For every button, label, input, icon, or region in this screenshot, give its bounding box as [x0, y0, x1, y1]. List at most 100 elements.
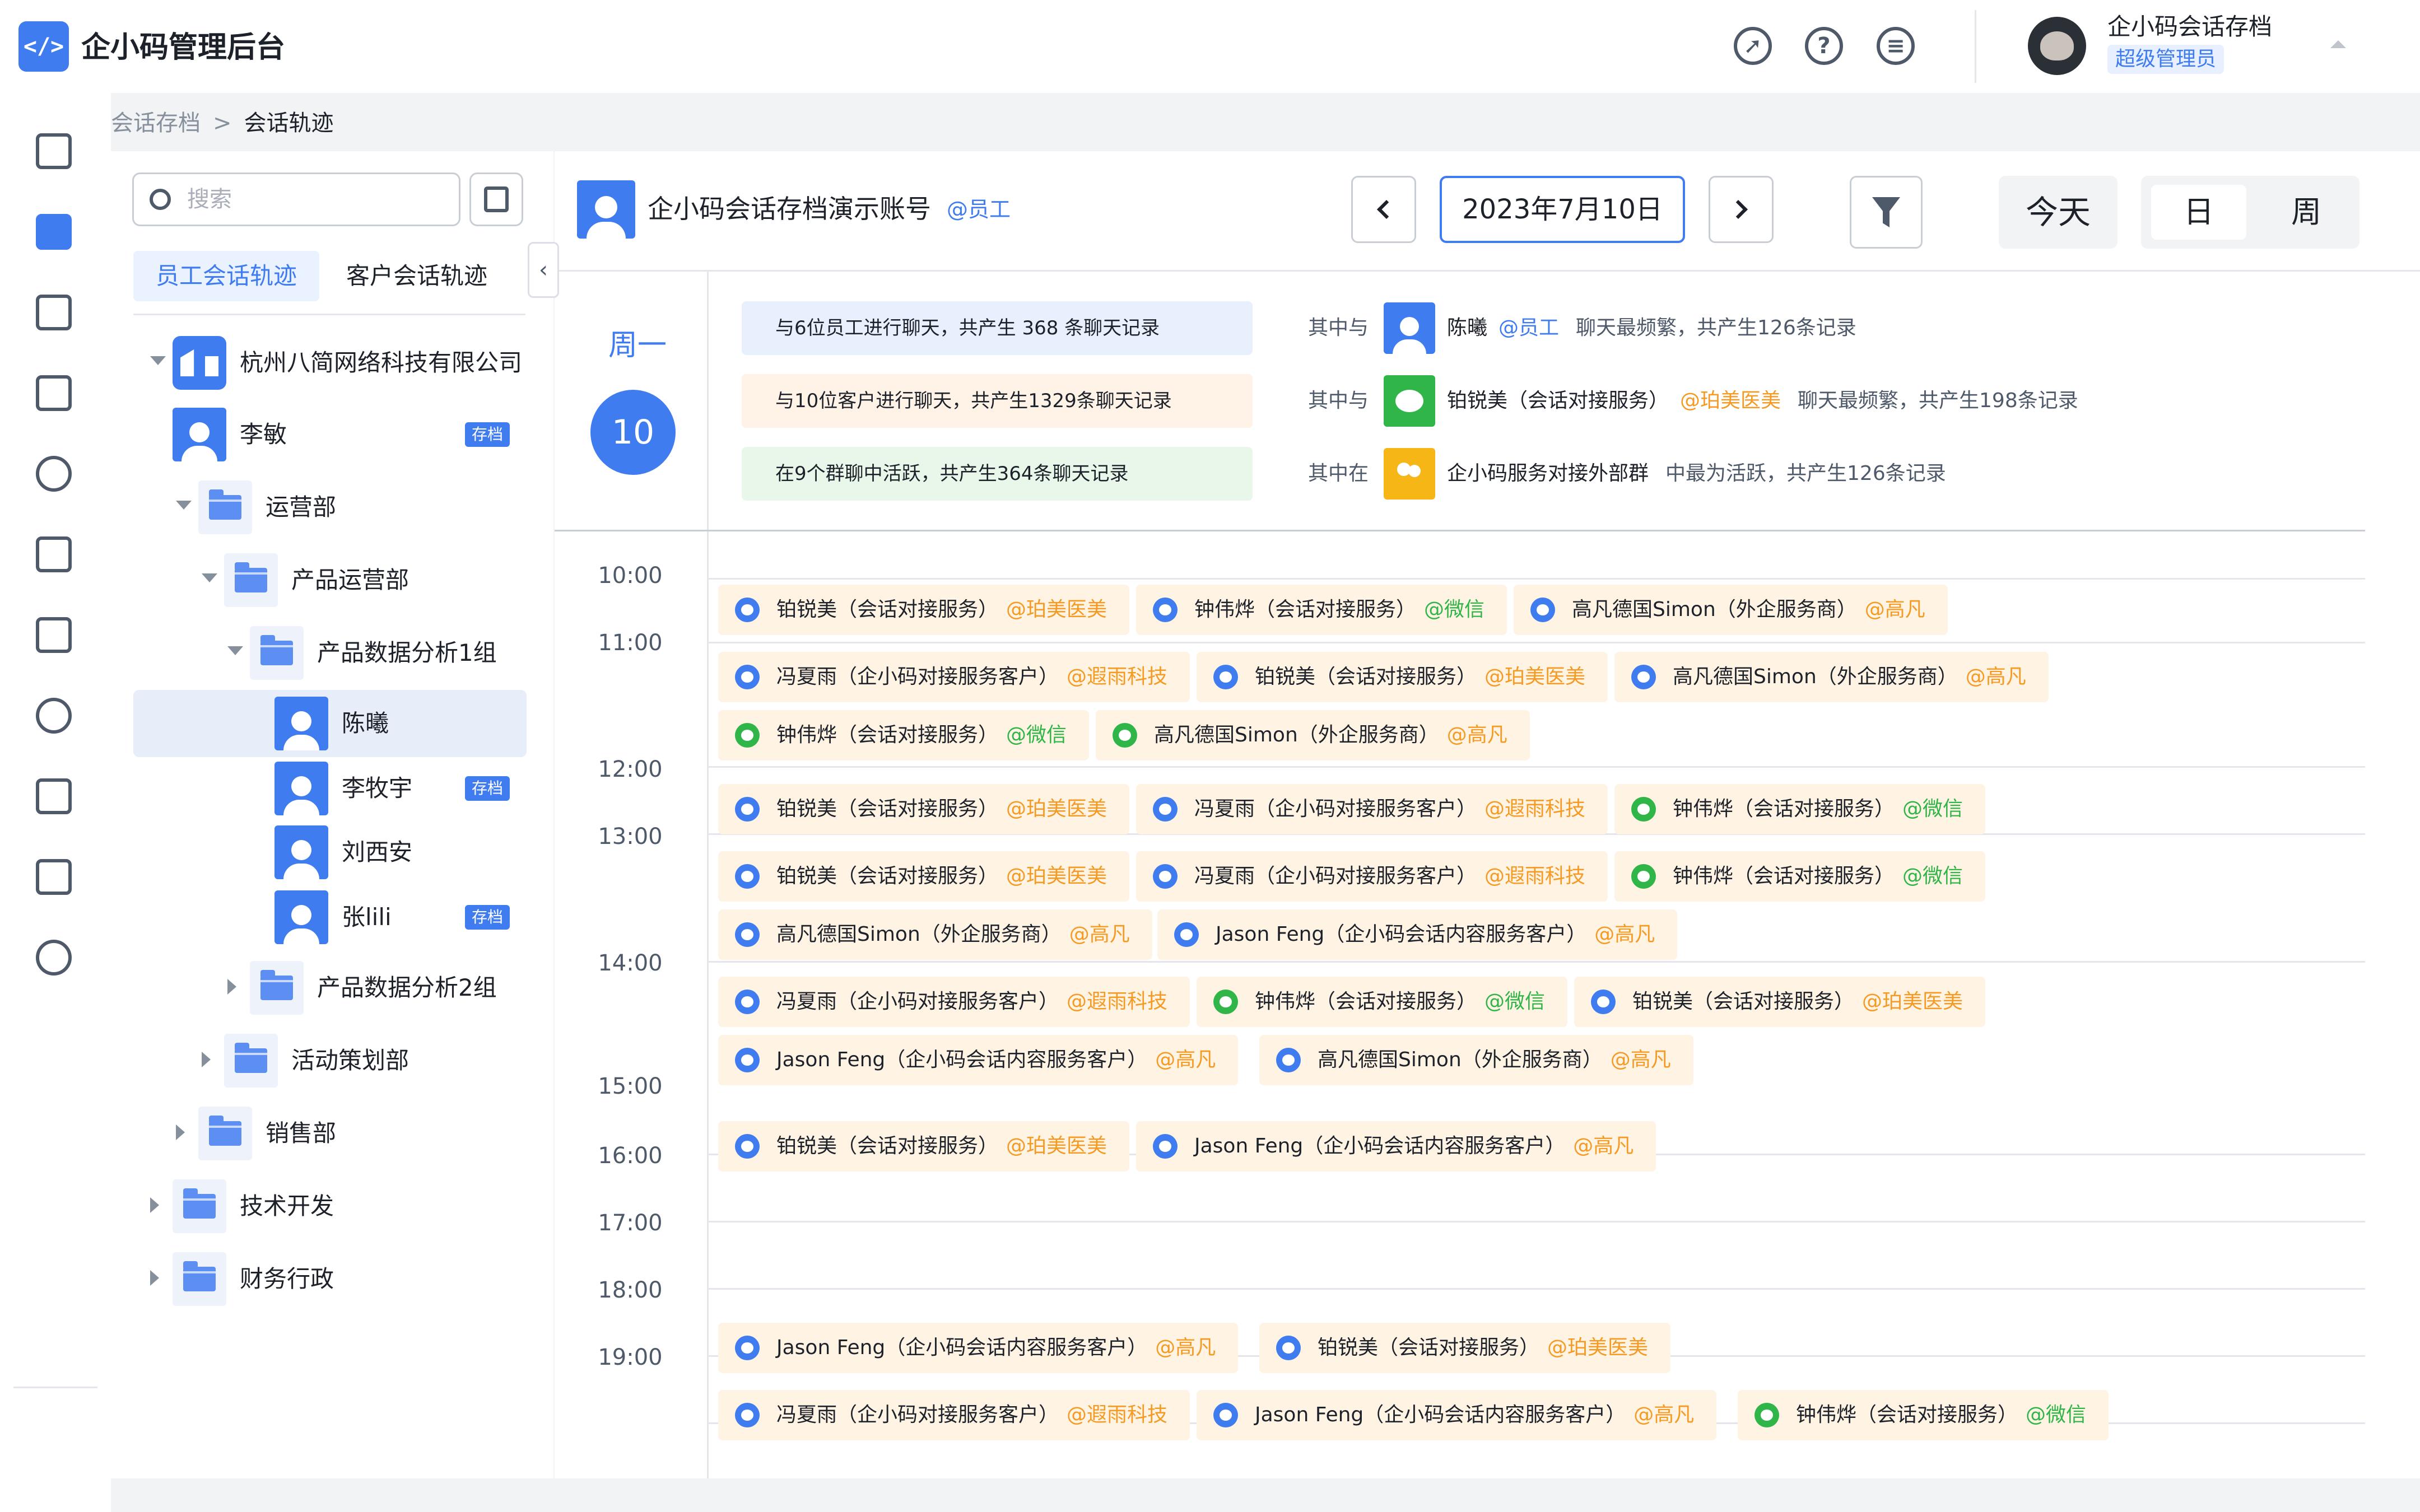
- search-input[interactable]: [187, 180, 450, 219]
- tree-node[interactable]: 刘西安: [133, 819, 527, 886]
- tree-node-label: 财务行政: [240, 1265, 334, 1292]
- today-button[interactable]: 今天: [1999, 176, 2118, 249]
- conversation-chip[interactable]: Jason Feng（企小码会话内容服务客户） @高凡: [1157, 909, 1678, 960]
- conversation-chip[interactable]: 高凡德国Simon（外企服务商） @高凡: [1514, 585, 1948, 635]
- caret-right-icon[interactable]: [150, 1270, 159, 1286]
- view-toggle: 日 周: [2141, 176, 2360, 249]
- chip-name: 冯夏雨（企小码对接服务客户）: [1194, 865, 1477, 888]
- tree-node[interactable]: 陈曦: [133, 690, 527, 757]
- view-week-button[interactable]: 周: [2259, 185, 2354, 240]
- summary-name[interactable]: 铂锐美（会话对接服务）: [1447, 389, 1669, 412]
- view-day-button[interactable]: 日: [2151, 185, 2246, 240]
- caret-down-icon[interactable]: [202, 573, 217, 582]
- conversation-chip[interactable]: 钟伟烨（会话对接服务） @微信: [1738, 1390, 2109, 1440]
- alarm-icon[interactable]: [36, 456, 72, 492]
- summary-box: 与10位客户进行聊天，共产生1329条聊天记录: [742, 374, 1253, 428]
- conversation-chip[interactable]: 钟伟烨（会话对接服务） @微信: [718, 710, 1090, 760]
- conversation-chip[interactable]: 冯夏雨（企小码对接服务客户） @遐雨科技: [718, 652, 1190, 702]
- next-date-button[interactable]: [1709, 176, 1774, 243]
- sync-icon[interactable]: ≡: [1877, 27, 1915, 65]
- tree-node[interactable]: 张lili 存档: [133, 884, 527, 951]
- conversation-chip[interactable]: 钟伟烨（会话对接服务） @微信: [1614, 784, 1986, 834]
- conversation-chip[interactable]: 铂锐美（会话对接服务） @珀美医美: [1574, 977, 1986, 1027]
- tree-node[interactable]: 杭州八简网络科技有限公司: [133, 329, 527, 396]
- tree-node[interactable]: 李敏 存档: [133, 401, 527, 468]
- folder-icon[interactable]: [36, 214, 72, 250]
- caret-right-icon[interactable]: [202, 1052, 211, 1067]
- collapse-panel-button[interactable]: ‹: [528, 242, 559, 298]
- tree-node[interactable]: 运营部: [133, 474, 527, 541]
- summary-name[interactable]: 企小码服务对接外部群: [1447, 462, 1649, 485]
- conversation-chip[interactable]: 高凡德国Simon（外企服务商） @高凡: [1259, 1035, 1693, 1085]
- shield-check-icon[interactable]: [36, 375, 72, 411]
- conversation-chip[interactable]: 冯夏雨（企小码对接服务客户） @遐雨科技: [1136, 784, 1608, 834]
- conversation-chip[interactable]: 铂锐美（会话对接服务） @珀美医美: [718, 851, 1130, 902]
- chip-tag: @微信: [1424, 598, 1485, 621]
- chart-icon[interactable]: [36, 617, 72, 653]
- help-icon[interactable]: ?: [1805, 27, 1843, 65]
- filter-button[interactable]: [1850, 176, 1923, 249]
- conversation-chip[interactable]: 铂锐美（会话对接服务） @珀美医美: [1197, 652, 1608, 702]
- settings-icon[interactable]: [36, 940, 72, 976]
- tree-node-label: 李敏: [240, 421, 287, 448]
- chip-name: 铂锐美（会话对接服务）: [1632, 990, 1855, 1013]
- summary-name[interactable]: 陈曦: [1447, 316, 1487, 339]
- chat-icon: [1153, 797, 1178, 822]
- building-icon[interactable]: [36, 133, 72, 169]
- conversation-chip[interactable]: 铂锐美（会话对接服务） @珀美医美: [1259, 1323, 1671, 1373]
- record-lock-icon[interactable]: [36, 859, 72, 895]
- conversation-chip[interactable]: 铂锐美（会话对接服务） @珀美医美: [718, 784, 1130, 834]
- conversation-chip[interactable]: 铂锐美（会话对接服务） @珀美医美: [718, 1121, 1130, 1172]
- tree-node[interactable]: 活动策划部: [133, 1027, 527, 1094]
- conversation-chip[interactable]: 钟伟烨（会话对接服务） @微信: [1136, 585, 1507, 635]
- tab-customer-trace[interactable]: 客户会话轨迹: [346, 251, 487, 301]
- tree-node[interactable]: 产品数据分析2组: [133, 954, 527, 1021]
- chevron-up-icon[interactable]: [2330, 40, 2346, 48]
- caret-right-icon[interactable]: [150, 1197, 159, 1213]
- conversation-chip[interactable]: 冯夏雨（企小码对接服务客户） @遐雨科技: [718, 977, 1190, 1027]
- time-label: 10:00: [598, 563, 663, 589]
- avatar[interactable]: [2028, 17, 2086, 75]
- tree-node[interactable]: 产品数据分析1组: [133, 619, 527, 687]
- chip-tag: @高凡: [1155, 1336, 1216, 1359]
- top-bar: </> 企小码管理后台 ➚ ? ≡ 企小码会话存档 超级管理员: [0, 0, 2420, 93]
- caret-right-icon[interactable]: [227, 979, 236, 995]
- conversation-chip[interactable]: Jason Feng（企小码会话内容服务客户） @高凡: [718, 1035, 1239, 1085]
- tree-node[interactable]: 产品运营部: [133, 547, 527, 614]
- chat-search-icon[interactable]: [36, 698, 72, 734]
- prev-date-button[interactable]: [1351, 176, 1416, 243]
- breadcrumb-parent[interactable]: 会话存档: [111, 110, 201, 136]
- conversation-chip[interactable]: 冯夏雨（企小码对接服务客户） @遐雨科技: [718, 1390, 1190, 1440]
- conversation-chip[interactable]: 铂锐美（会话对接服务） @珀美医美: [718, 585, 1130, 635]
- tree-node[interactable]: 技术开发: [133, 1173, 527, 1240]
- conversation-chip[interactable]: Jason Feng（企小码会话内容服务客户） @高凡: [1136, 1121, 1656, 1172]
- tree-node[interactable]: 销售部: [133, 1100, 527, 1167]
- archive-button[interactable]: [469, 172, 523, 226]
- tree-node[interactable]: 财务行政: [133, 1245, 527, 1313]
- report-icon[interactable]: [36, 536, 72, 572]
- caret-down-icon[interactable]: [150, 356, 166, 365]
- org-tree-icon[interactable]: [36, 778, 72, 814]
- conversation-chip[interactable]: 冯夏雨（企小码对接服务客户） @遐雨科技: [1136, 851, 1608, 902]
- user-name[interactable]: 企小码会话存档: [2107, 11, 2272, 43]
- compass-icon[interactable]: ➚: [1734, 27, 1772, 65]
- conversation-chip[interactable]: 钟伟烨（会话对接服务） @微信: [1197, 977, 1568, 1027]
- breadcrumb-separator: >: [213, 110, 232, 136]
- conversation-chip[interactable]: 高凡德国Simon（外企服务商） @高凡: [1096, 710, 1530, 760]
- date-picker[interactable]: 2023年7月10日: [1440, 176, 1685, 243]
- caret-down-icon[interactable]: [176, 501, 192, 510]
- caret-right-icon[interactable]: [176, 1124, 185, 1140]
- document-alert-icon[interactable]: [36, 295, 72, 330]
- tree-node[interactable]: 李牧宇 存档: [133, 755, 527, 822]
- search-box[interactable]: [132, 172, 460, 226]
- caret-down-icon[interactable]: [227, 646, 243, 655]
- summary-rest: 中最为活跃，共产生126条记录: [1665, 462, 1946, 485]
- chip-tag: @微信: [1484, 990, 1546, 1013]
- conversation-chip[interactable]: Jason Feng（企小码会话内容服务客户） @高凡: [1197, 1390, 1717, 1440]
- conversation-chip[interactable]: 高凡德国Simon（外企服务商） @高凡: [1614, 652, 2049, 702]
- time-label: 12:00: [598, 757, 663, 782]
- conversation-chip[interactable]: Jason Feng（企小码会话内容服务客户） @高凡: [718, 1323, 1239, 1373]
- tab-employee-trace[interactable]: 员工会话轨迹: [133, 251, 320, 301]
- conversation-chip[interactable]: 钟伟烨（会话对接服务） @微信: [1614, 851, 1986, 902]
- conversation-chip[interactable]: 高凡德国Simon（外企服务商） @高凡: [718, 909, 1152, 960]
